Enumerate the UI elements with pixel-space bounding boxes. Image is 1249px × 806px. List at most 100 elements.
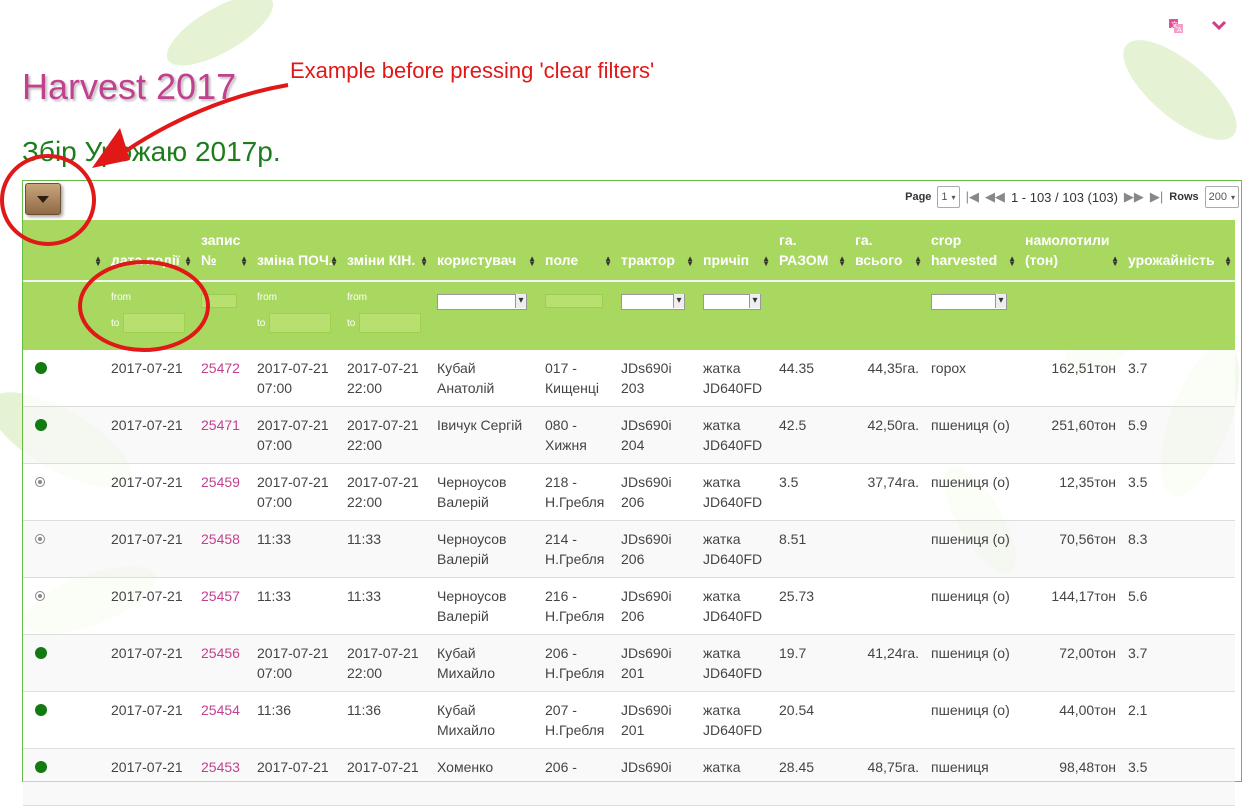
column-header-ha_all[interactable]: га. всього ▲ ▼ bbox=[849, 220, 925, 281]
column-header-label: зміна ПОЧ. bbox=[257, 252, 333, 268]
sort-icon[interactable]: ▲ ▼ bbox=[420, 255, 428, 268]
record-link[interactable]: 25454 bbox=[201, 702, 240, 718]
cell-value: 25.73 bbox=[779, 588, 815, 604]
prev-page-icon[interactable]: ◀◀ bbox=[985, 189, 1005, 205]
column-header-crop[interactable]: crop harvested ▲ ▼ bbox=[925, 220, 1019, 281]
table-row[interactable]: 2017-07-21 25453 2017-07-21 2017-07-21 Хомен… bbox=[23, 748, 1235, 806]
column-header-date[interactable]: дата подiї ▲ ▼ bbox=[105, 220, 195, 281]
cell-shift-end: 11:33 bbox=[341, 520, 431, 578]
record-link[interactable]: 25471 bbox=[201, 417, 240, 433]
table-row[interactable]: 2017-07-21 25458 11:33 11:33 Черноусов Валер… bbox=[23, 520, 1235, 578]
next-page-icon[interactable]: ▶▶ bbox=[1124, 189, 1144, 205]
cell-shift-end: 2017-07-21 22:00 bbox=[341, 463, 431, 521]
cell-value: Черноусов Валерій bbox=[437, 474, 507, 510]
cell-ha-total: 19.7 bbox=[773, 634, 849, 692]
first-page-icon[interactable]: |◀ bbox=[966, 189, 979, 205]
record-link[interactable]: 25456 bbox=[201, 645, 240, 661]
cell-date: 2017-07-21 bbox=[105, 577, 195, 635]
sort-icon[interactable]: ▲ ▼ bbox=[240, 255, 248, 268]
table-row[interactable]: 2017-07-21 25456 2017-07-21 07:00 2017-07-2… bbox=[23, 634, 1235, 692]
cell-user: Хоменко bbox=[431, 748, 539, 806]
cell-value: JDs690i 206 bbox=[621, 531, 672, 567]
table-row[interactable]: 2017-07-21 25454 11:36 11:36 Кубай Михайло 20… bbox=[23, 691, 1235, 749]
cell-ha-all: 41,24га. bbox=[849, 634, 925, 692]
column-header-shift_end[interactable]: зміни КІН. ▲ ▼ bbox=[341, 220, 431, 281]
rows-select[interactable]: 200 ▾ bbox=[1204, 186, 1239, 208]
filter-cell-ha-total bbox=[773, 280, 849, 350]
sort-icon[interactable]: ▲ ▼ bbox=[762, 255, 770, 268]
field-filter-input[interactable] bbox=[545, 294, 603, 308]
cell-value: 2017-07-21 07:00 bbox=[257, 645, 329, 681]
sort-icon[interactable]: ▲ ▼ bbox=[1008, 255, 1016, 268]
cell-value: 3.5 bbox=[1128, 474, 1148, 490]
status-active-icon bbox=[35, 704, 47, 716]
cell-ha-all bbox=[849, 520, 925, 578]
cell-field: 214 - Н.Гребля bbox=[539, 520, 615, 578]
column-header-yield[interactable]: урожайність ▲ ▼ bbox=[1122, 220, 1235, 281]
cell-value: жатка JD640FD bbox=[703, 531, 763, 567]
status-cell bbox=[23, 520, 105, 578]
sort-icon[interactable]: ▲ ▼ bbox=[94, 255, 102, 268]
record-link[interactable]: 25457 bbox=[201, 588, 240, 604]
cell-value: 12,35тон bbox=[1059, 474, 1116, 490]
cell-ha-all: 44,35га. bbox=[849, 350, 925, 407]
cell-user: Черноусов Валерій bbox=[431, 520, 539, 578]
column-header-tons[interactable]: намолотили (тон) ▲ ▼ bbox=[1019, 220, 1122, 281]
cell-ha-all: 42,50га. bbox=[849, 406, 925, 464]
table-row[interactable]: 2017-07-21 25472 2017-07-21 07:00 2017-07-2… bbox=[23, 350, 1235, 407]
cell-shift-end: 11:33 bbox=[341, 577, 431, 635]
language-icon[interactable]: 文A bbox=[1167, 18, 1185, 36]
date-to-input[interactable] bbox=[123, 313, 186, 333]
sort-icon[interactable]: ▲ ▼ bbox=[914, 255, 922, 268]
trailer-filter-select[interactable] bbox=[703, 294, 761, 310]
sort-icon[interactable]: ▲ ▼ bbox=[838, 255, 846, 268]
sort-icon[interactable]: ▲ ▼ bbox=[686, 255, 694, 268]
record-link[interactable]: 25459 bbox=[201, 474, 240, 490]
cell-value: JDs690i bbox=[621, 759, 672, 775]
sort-icon[interactable]: ▲ ▼ bbox=[1111, 255, 1119, 268]
column-header-label: причіп bbox=[703, 252, 750, 268]
status-cell bbox=[23, 350, 105, 407]
sort-icon[interactable]: ▲ ▼ bbox=[1224, 255, 1232, 268]
tractor-filter-select[interactable] bbox=[621, 294, 685, 310]
sort-icon[interactable]: ▲ ▼ bbox=[528, 255, 536, 268]
crop-filter-select[interactable] bbox=[931, 294, 1007, 310]
column-header-rec[interactable]: запис № ▲ ▼ bbox=[195, 220, 251, 281]
cell-ha-all bbox=[849, 691, 925, 749]
cell-tractor: JDs690i 203 bbox=[615, 350, 697, 407]
column-header-field[interactable]: поле ▲ ▼ bbox=[539, 220, 615, 281]
record-link[interactable]: 25458 bbox=[201, 531, 240, 547]
column-header-user[interactable]: користувач ▲ ▼ bbox=[431, 220, 539, 281]
table-row[interactable]: 2017-07-21 25457 11:33 11:33 Черноусов Валер… bbox=[23, 577, 1235, 635]
record-link[interactable]: 25472 bbox=[201, 360, 240, 376]
column-header-ha_total[interactable]: га. РАЗОМ ▲ ▼ bbox=[773, 220, 849, 281]
cell-value: 42.5 bbox=[779, 417, 807, 433]
column-header-tractor[interactable]: трактор ▲ ▼ bbox=[615, 220, 697, 281]
column-header-status[interactable]: ▲ ▼ bbox=[23, 220, 105, 281]
rec-filter-input[interactable] bbox=[201, 294, 237, 308]
cell-yield: 3.7 bbox=[1122, 634, 1235, 692]
cell-yield: 8.3 bbox=[1122, 520, 1235, 578]
chevron-down-icon[interactable] bbox=[1211, 18, 1227, 36]
cell-value: 2017-07-21 bbox=[111, 759, 183, 775]
user-filter-select[interactable] bbox=[437, 294, 527, 310]
cell-value: JDs690i 203 bbox=[621, 360, 672, 396]
cell-value: 44.35 bbox=[779, 360, 815, 376]
cell-rec: 25457 bbox=[195, 577, 251, 635]
page-select[interactable]: 1 ▾ bbox=[937, 186, 960, 208]
sort-icon[interactable]: ▲ ▼ bbox=[184, 255, 192, 268]
cell-shift-end: 2017-07-21 bbox=[341, 748, 431, 806]
column-header-shift_start[interactable]: зміна ПОЧ. ▲ ▼ bbox=[251, 220, 341, 281]
shift-start-to-input[interactable] bbox=[269, 313, 332, 333]
table-row[interactable]: 2017-07-21 25471 2017-07-21 07:00 2017-07-2… bbox=[23, 406, 1235, 464]
sort-icon[interactable]: ▲ ▼ bbox=[604, 255, 612, 268]
shift-end-to-input[interactable] bbox=[359, 313, 422, 333]
clear-filters-button[interactable] bbox=[25, 183, 61, 215]
table-row[interactable]: 2017-07-21 25459 2017-07-21 07:00 2017-07-2… bbox=[23, 463, 1235, 521]
cell-tons: 70,56тон bbox=[1019, 520, 1122, 578]
cell-value: 206 - bbox=[545, 759, 577, 775]
sort-icon[interactable]: ▲ ▼ bbox=[330, 255, 338, 268]
last-page-icon[interactable]: ▶| bbox=[1150, 189, 1163, 205]
record-link[interactable]: 25453 bbox=[201, 759, 240, 775]
column-header-trailer[interactable]: причіп ▲ ▼ bbox=[697, 220, 773, 281]
